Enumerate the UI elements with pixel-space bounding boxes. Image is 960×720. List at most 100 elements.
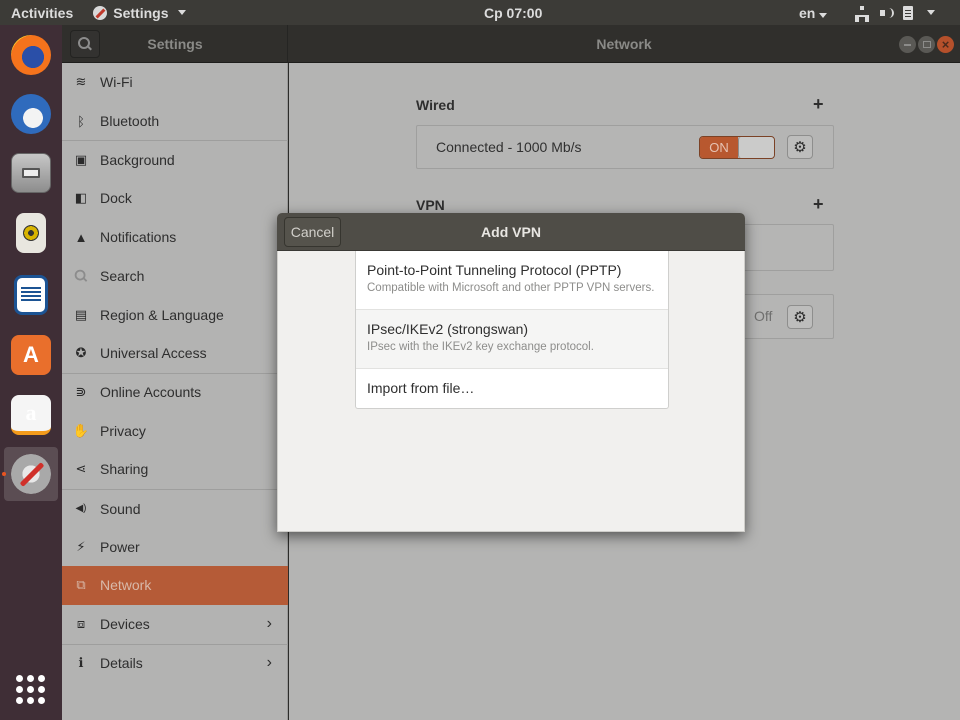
vpn-option-import-file[interactable]: Import from file… <box>356 369 668 408</box>
volume-icon <box>879 6 894 20</box>
search-button[interactable] <box>70 30 100 58</box>
sidebar-item-label: Wi-Fi <box>100 74 133 91</box>
add-wired-button[interactable]: + <box>813 94 824 115</box>
sidebar-item-label: Online Accounts <box>100 384 202 401</box>
info-icon: ℹ <box>78 655 84 671</box>
power-icon: ⚡ <box>76 538 86 554</box>
rhythmbox-icon <box>16 213 46 253</box>
sidebar-item-search[interactable]: Search <box>62 257 288 296</box>
dock-files[interactable] <box>4 146 58 200</box>
system-tray[interactable] <box>855 5 935 22</box>
vpn-type-list: Point-to-Point Tunneling Protocol (PPTP)… <box>355 251 669 409</box>
dock-writer[interactable] <box>4 268 58 322</box>
sidebar-header: Settings <box>62 25 288 63</box>
dock-rhythmbox[interactable] <box>4 206 58 260</box>
sidebar-item-dock[interactable]: ◧ Dock <box>62 179 288 218</box>
background-icon: ▣ <box>74 152 88 168</box>
sidebar-title: Settings <box>147 36 203 52</box>
sidebar-item-online-accounts[interactable]: ⋑ Online Accounts <box>62 372 288 412</box>
sidebar-item-privacy[interactable]: ✋ Privacy <box>62 411 288 450</box>
firefox-icon <box>11 35 51 75</box>
settings-sidebar: ≋ Wi-Fi ᛒ Bluetooth ▣ Background ◧ Dock ▲ Not… <box>62 63 288 720</box>
region-icon: ▤ <box>74 306 88 322</box>
vpn-option-description: Compatible with Microsoft and other PPTP… <box>367 282 655 294</box>
sound-icon: ◀) <box>75 503 87 515</box>
sidebar-item-label: Sound <box>100 500 141 517</box>
add-vpn-button[interactable]: + <box>813 194 824 215</box>
search-icon <box>78 37 92 51</box>
dock: A a <box>0 25 62 720</box>
sidebar-item-devices[interactable]: ⧈ Devices › <box>62 605 288 644</box>
toggle-knob <box>738 137 774 158</box>
dock-firefox[interactable] <box>4 28 58 82</box>
app-menu[interactable]: Settings <box>93 4 187 21</box>
amazon-icon: a <box>11 395 51 435</box>
dialog-header: Cancel Add VPN <box>277 213 745 251</box>
wired-status: Connected - 1000 Mb/s <box>436 139 582 155</box>
sidebar-item-network[interactable]: ⧉ Network <box>62 566 288 605</box>
sidebar-item-label: Power <box>100 538 140 555</box>
sidebar-item-sharing[interactable]: ⋖ Sharing <box>62 450 288 489</box>
writer-icon <box>14 275 48 315</box>
maximize-button[interactable] <box>918 36 935 53</box>
sidebar-item-label: Universal Access <box>100 345 207 362</box>
sidebar-item-label: Network <box>100 577 152 594</box>
dock-thunderbird[interactable] <box>4 87 58 141</box>
dock-icon: ◧ <box>74 190 88 206</box>
sidebar-item-label: Sharing <box>100 461 149 478</box>
add-vpn-dialog: Cancel Add VPN Point-to-Point Tunneling … <box>277 213 745 532</box>
online-accounts-icon: ⋑ <box>75 384 87 400</box>
sidebar-item-details[interactable]: ℹ Details › <box>62 643 288 683</box>
sidebar-item-label: Region & Language <box>100 306 224 323</box>
proxy-status: Off <box>754 308 773 324</box>
battery-icon <box>903 5 913 20</box>
search-icon <box>73 268 89 284</box>
sidebar-item-bluetooth[interactable]: ᛒ Bluetooth <box>62 102 288 141</box>
chevron-right-icon: › <box>266 615 272 633</box>
bell-icon: ▲ <box>74 229 88 245</box>
settings-icon <box>11 454 51 494</box>
sidebar-item-label: Search <box>100 267 145 284</box>
sidebar-item-universal-access[interactable]: ✪ Universal Access <box>62 334 288 373</box>
vpn-option-title: IPsec/IKEv2 (strongswan) <box>367 321 529 337</box>
sidebar-item-label: Notifications <box>100 229 177 246</box>
dock-settings[interactable] <box>2 447 58 501</box>
window-headerbar: Settings Network <box>62 25 960 63</box>
dock-amazon[interactable]: a <box>4 388 58 442</box>
close-button[interactable] <box>937 36 954 53</box>
sidebar-item-wifi[interactable]: ≋ Wi-Fi <box>62 63 288 102</box>
sidebar-item-label: Devices <box>100 616 150 633</box>
wired-toggle[interactable]: ON <box>699 136 775 159</box>
vpn-option-ipsec-ikev2[interactable]: IPsec/IKEv2 (strongswan) IPsec with the … <box>356 310 668 369</box>
app-menu-label: Settings <box>113 4 169 21</box>
minimize-button[interactable] <box>899 36 916 53</box>
wired-settings-button[interactable]: ⚙ <box>787 135 813 159</box>
chevron-down-icon <box>178 10 187 15</box>
files-icon <box>11 153 51 193</box>
proxy-settings-button[interactable]: ⚙ <box>787 305 813 329</box>
vpn-section-title: VPN <box>416 197 445 213</box>
privacy-hand-icon: ✋ <box>72 422 90 438</box>
wired-connection-row: Connected - 1000 Mb/s ON ⚙ <box>416 125 834 169</box>
vpn-option-description: IPsec with the IKEv2 key exchange protoc… <box>367 341 594 353</box>
vpn-option-title: Point-to-Point Tunneling Protocol (PPTP) <box>367 262 622 278</box>
sidebar-item-background[interactable]: ▣ Background <box>62 140 288 179</box>
sidebar-item-sound[interactable]: ◀) Sound <box>62 488 288 528</box>
gear-icon: ⚙ <box>793 309 807 326</box>
clock[interactable]: Cp 07:00 <box>484 5 542 21</box>
sidebar-item-notifications[interactable]: ▲ Notifications <box>62 218 288 257</box>
devices-icon: ⧈ <box>76 616 86 632</box>
language-indicator[interactable]: en <box>799 4 828 21</box>
app-grid-icon[interactable] <box>16 675 46 705</box>
activities-button[interactable]: Activities <box>11 5 73 21</box>
sidebar-item-region-language[interactable]: ▤ Region & Language <box>62 295 288 334</box>
toggle-on-label: ON <box>700 137 738 158</box>
sidebar-item-power[interactable]: ⚡ Power <box>62 527 288 566</box>
vpn-option-pptp[interactable]: Point-to-Point Tunneling Protocol (PPTP)… <box>356 251 668 310</box>
network-icon: ⧉ <box>76 577 86 593</box>
wired-section-title: Wired <box>416 97 455 113</box>
language-label: en <box>799 4 816 21</box>
settings-app-icon <box>93 5 108 20</box>
dock-software[interactable]: A <box>4 328 58 382</box>
dialog-title: Add VPN <box>481 224 541 240</box>
